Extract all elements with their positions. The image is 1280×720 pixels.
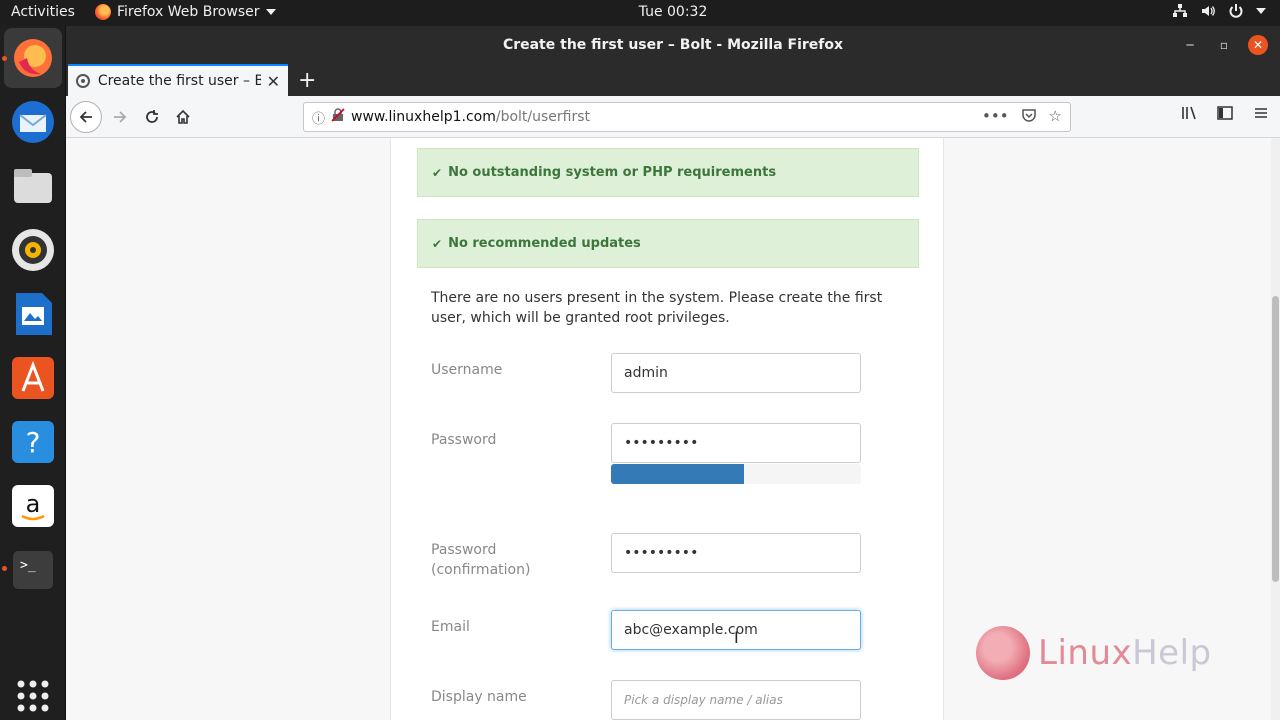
sidebar-icon[interactable] — [1216, 104, 1234, 126]
email-label: Email — [431, 619, 470, 635]
firefox-icon — [14, 39, 52, 77]
linuxhelp-logo-icon — [976, 626, 1030, 680]
close-icon: ✕ — [1252, 38, 1264, 52]
thunderbird-icon — [12, 101, 54, 143]
svg-text:a: a — [26, 490, 41, 518]
running-indicator — [2, 566, 7, 571]
password-confirmation-input[interactable]: ••••••••• — [611, 533, 861, 573]
loading-favicon-icon — [76, 74, 90, 88]
app-grid-icon — [17, 680, 49, 712]
alert-requirements: ✔ No outstanding system or PHP requireme… — [417, 148, 919, 197]
tab-strip: Create the first user – Bo ✕ + — [66, 64, 1280, 96]
show-applications-button[interactable] — [9, 672, 57, 720]
writer-icon — [16, 293, 52, 335]
terminal-icon: >_ — [13, 551, 53, 589]
minimize-icon: ─ — [1186, 38, 1194, 52]
gnome-top-bar: Activities Firefox Web Browser Tue 00:32 — [0, 0, 1280, 26]
text-cursor-icon: Ι — [734, 628, 739, 647]
password-strength-meter — [611, 464, 861, 484]
insecure-lock-icon[interactable] — [331, 108, 345, 126]
intro-text: There are no users present in the system… — [431, 290, 883, 326]
check-icon: ✔ — [432, 236, 443, 251]
back-button[interactable] — [70, 101, 102, 133]
home-icon — [176, 109, 190, 124]
tab-create-first-user[interactable]: Create the first user – Bo ✕ — [68, 64, 288, 96]
dock-terminal[interactable]: >_ — [9, 546, 57, 594]
hamburger-menu-icon[interactable] — [1252, 104, 1270, 126]
password-strength-fill — [611, 464, 744, 484]
reload-icon — [146, 110, 158, 123]
dock-libreoffice-writer[interactable] — [9, 290, 57, 338]
scrollbar-thumb[interactable] — [1272, 296, 1279, 582]
forward-button[interactable] — [106, 103, 134, 131]
check-circle-icon: ✔ — [432, 165, 443, 180]
linuxhelp-watermark: LinuxHelp — [976, 626, 1212, 680]
library-icon[interactable] — [1180, 104, 1198, 126]
svg-text:?: ? — [26, 426, 41, 459]
pocket-icon[interactable] — [1021, 107, 1037, 127]
reload-button[interactable] — [138, 103, 166, 131]
watermark-part1: Linux — [1038, 633, 1133, 673]
confirm-label-line2: (confirmation) — [431, 562, 531, 578]
page-viewport: ✔ No outstanding system or PHP requireme… — [66, 138, 1271, 720]
password-confirmation-label: Password (confirmation) — [431, 540, 530, 580]
arrow-right-icon — [114, 111, 127, 123]
watermark-part2: Help — [1132, 633, 1212, 673]
dock-help[interactable]: ? — [9, 418, 57, 466]
watermark-text: LinuxHelp — [1038, 633, 1212, 673]
dock-firefox[interactable] — [4, 28, 62, 88]
dock-ubuntu-software[interactable] — [9, 354, 57, 402]
dock-thunderbird[interactable] — [9, 98, 57, 146]
ubuntu-dock: ? a >_ — [0, 26, 66, 720]
navigation-toolbar: ⓘ www.linuxhelp1.com/bolt/userfirst ••• … — [66, 96, 1280, 138]
close-tab-button[interactable]: ✕ — [267, 72, 280, 91]
rhythmbox-icon — [12, 229, 54, 271]
dock-amazon[interactable]: a — [9, 482, 57, 530]
software-center-icon — [12, 357, 54, 399]
alert-updates-text: No recommended updates — [448, 236, 641, 251]
display-name-label: Display name — [431, 689, 527, 705]
info-icon[interactable]: ⓘ — [312, 108, 325, 127]
alert-requirements-text: No outstanding system or PHP requirement… — [448, 165, 777, 180]
dock-files[interactable] — [9, 162, 57, 210]
minimize-button[interactable]: ─ — [1180, 35, 1200, 55]
help-icon: ? — [12, 421, 54, 463]
network-icon — [1173, 4, 1187, 17]
svg-text:>_: >_ — [20, 558, 36, 573]
display-name-input[interactable]: Pick a display name / alias — [611, 680, 861, 720]
arrow-left-icon — [79, 111, 92, 123]
alert-updates: ✔ No recommended updates — [417, 219, 919, 268]
running-indicator — [2, 56, 7, 61]
power-icon — [1229, 4, 1243, 18]
password-input[interactable]: ••••••••• — [611, 423, 861, 463]
chevron-down-icon — [1256, 8, 1266, 14]
dock-rhythmbox[interactable] — [9, 226, 57, 274]
url-path: /bolt/userfirst — [495, 109, 591, 125]
tab-title: Create the first user – Bo — [97, 73, 261, 89]
confirm-label-line1: Password — [431, 542, 497, 558]
url-host: www.linuxhelp1.com — [351, 109, 496, 125]
page-scrollbar[interactable] — [1271, 138, 1280, 720]
password-label: Password — [431, 432, 497, 448]
files-icon — [14, 169, 52, 203]
setup-panel: ✔ No outstanding system or PHP requireme… — [390, 138, 944, 720]
username-label: Username — [431, 362, 503, 378]
maximize-icon: ▫ — [1219, 38, 1229, 52]
close-window-button[interactable]: ✕ — [1248, 35, 1268, 55]
system-tray[interactable] — [1172, 3, 1266, 19]
new-tab-button[interactable]: + — [298, 68, 316, 93]
volume-icon — [1202, 6, 1215, 16]
bookmark-star-icon[interactable]: ☆ — [1049, 107, 1062, 127]
page-actions-icon[interactable]: ••• — [982, 107, 1009, 127]
username-input[interactable]: admin — [611, 353, 861, 393]
maximize-button[interactable]: ▫ — [1214, 35, 1234, 55]
clock[interactable]: Tue 00:32 — [0, 4, 1280, 20]
home-button[interactable] — [169, 103, 197, 131]
address-bar[interactable]: ⓘ www.linuxhelp1.com/bolt/userfirst ••• … — [303, 102, 1071, 132]
window-title: Create the first user – Bolt - Mozilla F… — [502, 37, 844, 53]
amazon-icon: a — [12, 485, 54, 527]
window-titlebar[interactable]: Create the first user – Bolt - Mozilla F… — [66, 26, 1280, 64]
